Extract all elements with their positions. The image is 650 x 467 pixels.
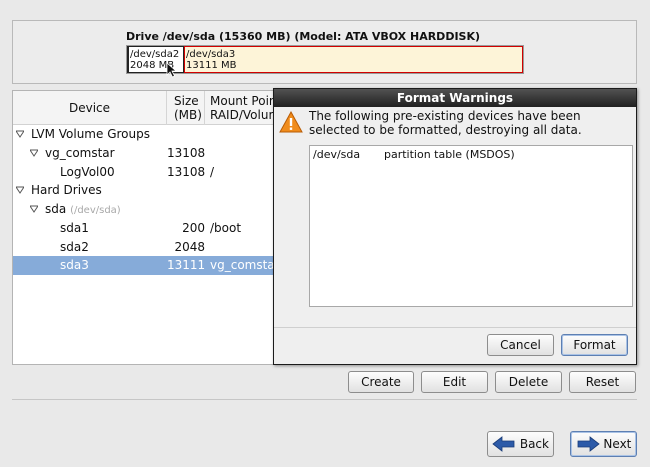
next-button[interactable]: Next — [570, 431, 637, 457]
expander-down-icon[interactable] — [16, 186, 24, 194]
delete-button[interactable]: Delete — [495, 371, 562, 393]
create-button[interactable]: Create — [348, 371, 414, 393]
cancel-button-label: Cancel — [500, 338, 541, 352]
back-button[interactable]: Back — [487, 431, 554, 457]
dialog-divider — [274, 327, 636, 328]
tree-row-device: sda1 — [60, 221, 89, 235]
tree-row-device: sda3 — [60, 258, 89, 272]
next-button-label: Next — [603, 437, 632, 451]
partition-sda2-name: /dev/sda2 — [130, 49, 180, 60]
delete-button-label: Delete — [508, 375, 549, 389]
back-arrow-icon — [492, 436, 515, 452]
tree-row-device-name: sda — [45, 202, 67, 216]
format-button-label: Format — [573, 338, 616, 352]
tree-row-device: sda2 — [60, 240, 89, 254]
tree-row-size: 2048 — [174, 240, 205, 254]
format-button[interactable]: Format — [561, 334, 628, 356]
expander-down-icon[interactable] — [30, 205, 38, 213]
drive-title: Drive /dev/sda (15360 MB) (Model: ATA VB… — [126, 30, 481, 43]
partition-sda3-name: /dev/sda3 — [186, 49, 236, 60]
reset-button-label: Reset — [585, 375, 620, 389]
device-list-description: partition table (MSDOS) — [384, 148, 515, 161]
tree-row-size: 200 — [182, 221, 205, 235]
column-header-device[interactable]: Device — [13, 91, 167, 125]
device-list[interactable]: /dev/sda partition table (MSDOS) — [309, 145, 633, 307]
reset-button[interactable]: Reset — [569, 371, 636, 393]
device-list-name: /dev/sda — [313, 148, 361, 161]
dialog-title: Format Warnings — [274, 89, 636, 107]
expander-down-icon[interactable] — [30, 149, 38, 157]
expander-down-icon[interactable] — [16, 130, 24, 138]
tree-row-device-path: (/dev/sda) — [70, 205, 121, 216]
drive-panel: Drive /dev/sda (15360 MB) (Model: ATA VB… — [12, 20, 637, 84]
partition-sda3[interactable]: /dev/sda3 13111 MB — [184, 46, 523, 73]
format-warnings-dialog: Format Warnings The following pre-existi… — [273, 88, 637, 365]
warning-icon — [279, 111, 303, 133]
back-button-label: Back — [519, 437, 549, 451]
bottom-divider — [12, 399, 637, 400]
dialog-message: The following pre-existing devices have … — [309, 109, 582, 137]
tree-row-device: Hard Drives — [31, 183, 102, 197]
tree-row-device: LVM Volume Groups — [31, 127, 150, 141]
column-header-size[interactable]: Size (MB) — [167, 91, 205, 125]
cancel-button[interactable]: Cancel — [487, 334, 554, 356]
tree-row-device: sda (/dev/sda) — [45, 200, 121, 220]
partition-sda3-size: 13111 MB — [186, 60, 237, 71]
mouse-pointer-icon — [166, 62, 178, 78]
tree-row-device: vg_comstar — [45, 146, 115, 160]
column-header-size-line1: Size — [174, 94, 199, 108]
next-arrow-icon — [577, 436, 600, 452]
partition-bar: /dev/sda2 2048 MB /dev/sda3 13111 MB — [126, 45, 524, 74]
edit-button-label: Edit — [442, 375, 467, 389]
tree-row-device: LogVol00 — [60, 165, 115, 179]
create-button-label: Create — [361, 375, 401, 389]
tree-row-size: 13108 — [167, 146, 206, 160]
tree-row-size: 13111 — [167, 258, 206, 272]
edit-button[interactable]: Edit — [421, 371, 488, 393]
column-header-size-line2: (MB) — [174, 108, 202, 122]
tree-row-size: 13108 — [167, 165, 206, 179]
